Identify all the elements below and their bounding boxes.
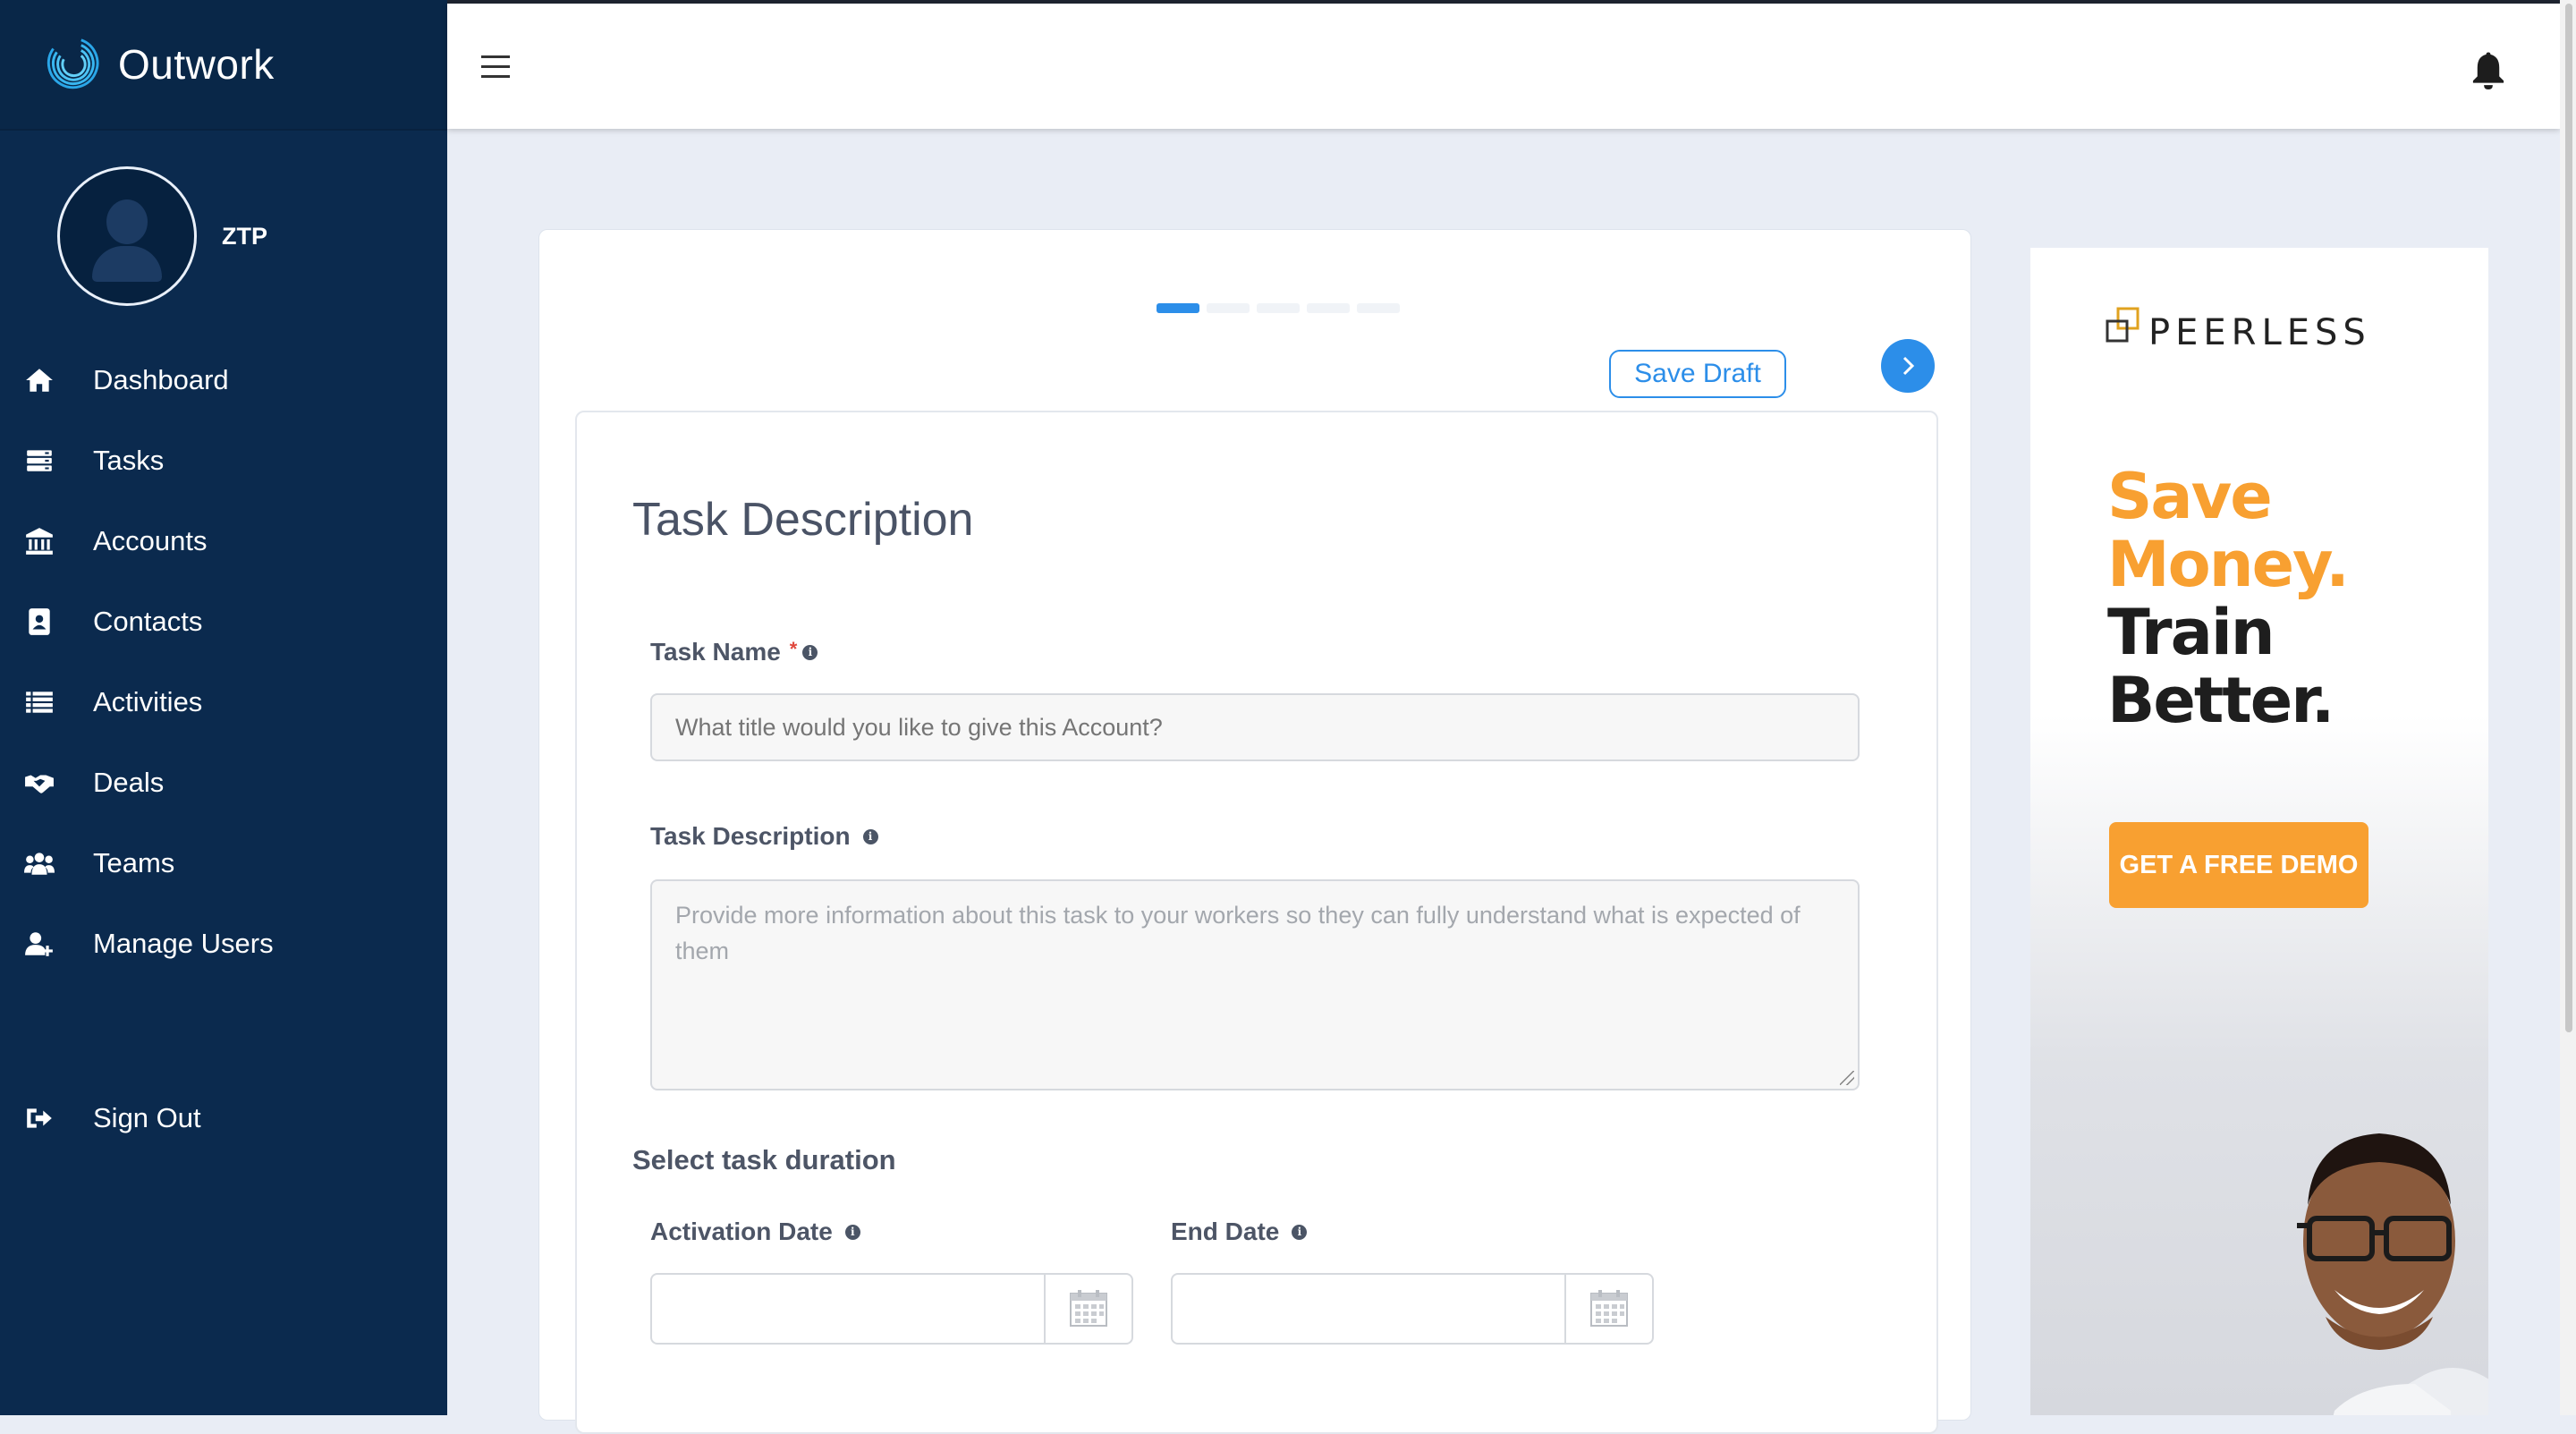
calendar-icon[interactable] — [1044, 1275, 1131, 1343]
sidebar-item-sign-out[interactable]: Sign Out — [0, 1078, 447, 1158]
required-mark: * — [789, 638, 798, 660]
ad-headline: Save Money. Train Better. — [2107, 460, 2350, 737]
sidebar-signout: Sign Out — [0, 1078, 447, 1158]
ad-headline-line: Money. — [2107, 528, 2350, 601]
duration-section-label: Select task duration — [632, 1144, 896, 1175]
handshake-icon — [23, 767, 55, 799]
calendar-icon[interactable] — [1564, 1275, 1652, 1343]
users-icon — [23, 847, 55, 879]
sidebar-item-teams[interactable]: Teams — [0, 823, 447, 904]
peerless-advertisement[interactable]: PEERLESS Save Money. Train Better. GET A… — [2030, 248, 2488, 1415]
sidebar-item-dashboard[interactable]: Dashboard — [0, 340, 447, 420]
end-date-input[interactable] — [1171, 1273, 1654, 1345]
task-name-label: Task Name * i — [650, 638, 818, 666]
sidebar-item-label: Sign Out — [93, 1102, 201, 1133]
info-icon[interactable]: i — [802, 644, 818, 660]
textarea-resize-handle[interactable] — [1840, 1071, 1854, 1085]
scrollbar-thumb[interactable] — [2565, 4, 2572, 1032]
bank-icon — [23, 525, 55, 557]
brand[interactable]: Outwork — [0, 0, 447, 131]
ad-headline-line: Train — [2107, 596, 2275, 669]
next-step-button[interactable] — [1881, 339, 1935, 393]
save-draft-button[interactable]: Save Draft — [1609, 350, 1786, 398]
sign-out-icon — [23, 1102, 55, 1134]
peerless-brand: PEERLESS — [2148, 312, 2371, 353]
task-name-input[interactable] — [650, 693, 1860, 761]
profile-name: ZTP — [222, 222, 267, 250]
sidebar-item-contacts[interactable]: Contacts — [0, 581, 447, 662]
activation-date-label: Activation Date i — [650, 1218, 860, 1246]
wizard-step-4[interactable] — [1307, 303, 1350, 313]
ad-person-image — [2297, 1133, 2488, 1415]
activation-date-input[interactable] — [650, 1273, 1133, 1345]
task-description-placeholder: Provide more information about this task… — [675, 902, 1801, 964]
sidebar-item-tasks[interactable]: Tasks — [0, 420, 447, 501]
wizard-stepper — [1157, 303, 1400, 313]
topbar — [447, 4, 2560, 129]
sidebar: Outwork ZTP Dashboard Tasks Accounts Con… — [0, 0, 447, 1415]
sidebar-item-deals[interactable]: Deals — [0, 742, 447, 823]
sidebar-item-activities[interactable]: Activities — [0, 662, 447, 742]
task-wizard-card: Save Draft Task Description Task Name * … — [538, 229, 1971, 1434]
avatar-body-shape — [92, 246, 162, 282]
sidebar-item-label: Dashboard — [93, 364, 229, 395]
info-icon[interactable]: i — [862, 828, 878, 844]
page-scrollbar[interactable] — [2560, 0, 2576, 1415]
list-icon — [23, 686, 55, 718]
home-icon — [23, 364, 55, 396]
user-plus-icon — [23, 928, 55, 960]
user-profile[interactable]: ZTP — [57, 166, 267, 306]
info-icon[interactable]: i — [1292, 1224, 1308, 1240]
tasks-icon — [23, 445, 55, 477]
ad-headline-line: Better. — [2107, 664, 2334, 737]
wizard-step-5[interactable] — [1357, 303, 1400, 313]
hamburger-icon[interactable] — [481, 55, 510, 79]
sidebar-item-label: Deals — [93, 767, 165, 798]
sidebar-item-label: Teams — [93, 847, 175, 878]
sidebar-item-label: Manage Users — [93, 928, 274, 959]
form-title: Task Description — [632, 494, 974, 546]
info-icon[interactable]: i — [844, 1224, 860, 1240]
wizard-step-1[interactable] — [1157, 303, 1199, 313]
task-description-textarea[interactable]: Provide more information about this task… — [650, 879, 1860, 1090]
avatar[interactable] — [57, 166, 197, 306]
outwork-logo-icon — [47, 38, 99, 89]
task-description-label-text: Task Description — [650, 822, 851, 850]
sidebar-item-label: Tasks — [93, 445, 165, 476]
wizard-step-3[interactable] — [1257, 303, 1300, 313]
sidebar-nav: Dashboard Tasks Accounts Contacts Activi… — [0, 340, 447, 984]
task-description-form: Task Description Task Name * i Task Desc… — [575, 411, 1938, 1434]
end-date-label-text: End Date — [1171, 1218, 1280, 1245]
task-description-label: Task Description i — [650, 822, 878, 851]
bell-icon[interactable] — [2470, 50, 2506, 89]
sidebar-item-label: Contacts — [93, 606, 203, 637]
sidebar-item-accounts[interactable]: Accounts — [0, 501, 447, 581]
contact-book-icon — [23, 606, 55, 638]
peerless-logo: PEERLESS — [2104, 307, 2371, 353]
sidebar-item-label: Activities — [93, 686, 203, 717]
wizard-step-2[interactable] — [1207, 303, 1250, 313]
sidebar-item-label: Accounts — [93, 525, 208, 556]
sidebar-item-manage-users[interactable]: Manage Users — [0, 904, 447, 984]
get-free-demo-button[interactable]: GET A FREE DEMO — [2109, 822, 2368, 908]
end-date-label: End Date i — [1171, 1218, 1308, 1246]
chevron-right-icon — [1902, 356, 1915, 376]
peerless-mark-icon — [2106, 307, 2140, 343]
ad-headline-line: Save — [2107, 460, 2273, 533]
app-name: Outwork — [118, 41, 275, 88]
avatar-head-shape — [106, 199, 148, 244]
activation-date-label-text: Activation Date — [650, 1218, 833, 1245]
task-name-label-text: Task Name — [650, 638, 781, 666]
